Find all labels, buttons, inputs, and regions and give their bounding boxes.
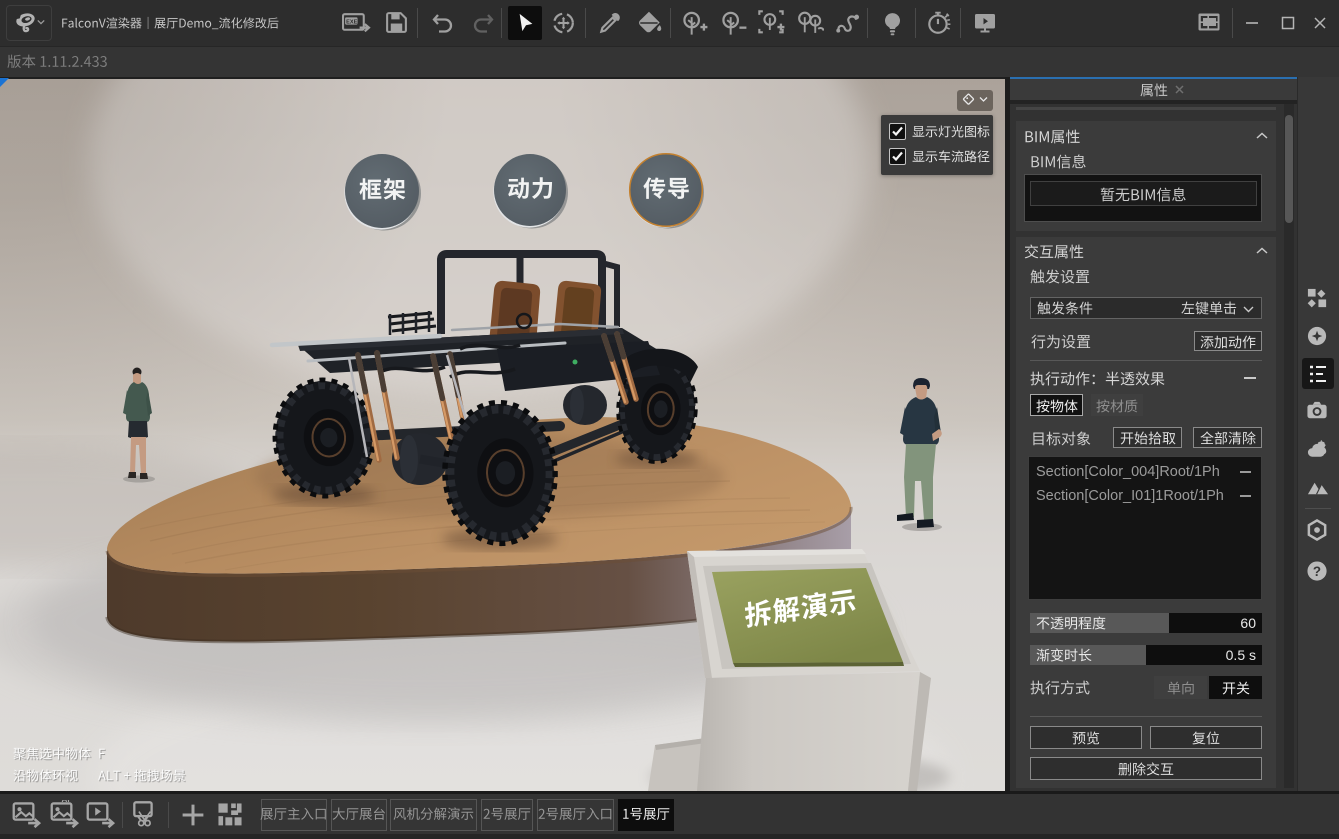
svg-text:AI: AI (62, 800, 70, 804)
svg-text:EXE: EXE (346, 20, 357, 26)
svg-text:?: ? (1313, 564, 1321, 579)
